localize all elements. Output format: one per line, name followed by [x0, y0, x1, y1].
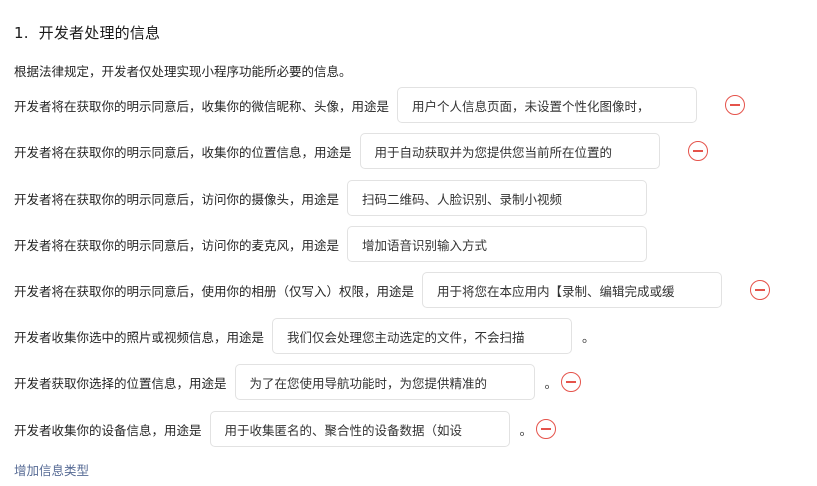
- info-row-microphone: 开发者将在获取你的明示同意后，访问你的麦克风，用途是 增加语音识别输入方式: [14, 226, 648, 262]
- info-row-camera: 开发者将在获取你的明示同意后，访问你的摄像头，用途是 扫码二维码、人脸识别、录制…: [14, 180, 648, 216]
- purpose-input[interactable]: 用户个人信息页面，未设置个性化图像时，: [397, 87, 698, 123]
- purpose-input[interactable]: 用于收集匿名的、聚合性的设备数据（如设: [209, 411, 510, 447]
- intro-text: 根据法律规定，开发者仅处理实现小程序功能所必要的信息。: [14, 64, 352, 79]
- section-title: 1. 开发者处理的信息: [14, 22, 160, 43]
- purpose-input[interactable]: 增加语音识别输入方式: [347, 226, 648, 262]
- info-row-selected-media: 开发者收集你选中的照片或视频信息，用途是 我们仅会处理您主动选定的文件，不会扫描…: [14, 318, 596, 354]
- purpose-input[interactable]: 我们仅会处理您主动选定的文件，不会扫描: [272, 318, 573, 354]
- row-label: 开发者将在获取你的明示同意后，访问你的麦克风，用途是: [14, 237, 340, 253]
- info-row-device-info: 开发者收集你的设备信息，用途是 用于收集匿名的、聚合性的设备数据（如设 。: [14, 411, 556, 447]
- row-suffix: 。: [544, 376, 558, 392]
- row-label: 开发者获取你选择的位置信息，用途是: [14, 375, 227, 391]
- row-label: 开发者收集你的设备信息，用途是: [14, 422, 202, 438]
- row-suffix: 。: [582, 330, 596, 346]
- info-row-album-write: 开发者将在获取你的明示同意后，使用你的相册（仅写入）权限，用途是 用于将您在本应…: [14, 272, 771, 308]
- section-number: 1.: [14, 24, 29, 42]
- minus-circle-icon[interactable]: [725, 95, 746, 115]
- minus-circle-icon[interactable]: [560, 372, 581, 392]
- row-label: 开发者将在获取你的明示同意后，收集你的位置信息，用途是: [14, 144, 352, 160]
- minus-circle-icon[interactable]: [750, 280, 771, 300]
- purpose-input[interactable]: 扫码二维码、人脸识别、录制小视频: [347, 180, 648, 216]
- purpose-input[interactable]: 为了在您使用导航功能时，为您提供精准的: [234, 364, 535, 400]
- row-label: 开发者将在获取你的明示同意后，访问你的摄像头，用途是: [14, 191, 340, 207]
- row-label: 开发者将在获取你的明示同意后，使用你的相册（仅写入）权限，用途是: [14, 283, 415, 299]
- minus-circle-icon[interactable]: [687, 141, 708, 161]
- section-title-text: 开发者处理的信息: [38, 24, 161, 42]
- add-info-type-link[interactable]: 增加信息类型: [14, 460, 89, 479]
- info-row-location: 开发者将在获取你的明示同意后，收集你的位置信息，用途是 用于自动获取并为您提供您…: [14, 133, 708, 169]
- row-suffix: 。: [519, 423, 533, 439]
- purpose-input[interactable]: 用于将您在本应用内【录制、编辑完成或缓: [422, 272, 723, 308]
- info-row-selected-location: 开发者获取你选择的位置信息，用途是 为了在您使用导航功能时，为您提供精准的 。: [14, 364, 581, 400]
- info-row-nickname-avatar: 开发者将在获取你的明示同意后，收集你的微信昵称、头像，用途是 用户个人信息页面，…: [14, 87, 746, 123]
- row-label: 开发者收集你选中的照片或视频信息，用途是: [14, 329, 265, 345]
- row-label: 开发者将在获取你的明示同意后，收集你的微信昵称、头像，用途是: [14, 98, 390, 114]
- minus-circle-icon[interactable]: [535, 419, 556, 439]
- purpose-input[interactable]: 用于自动获取并为您提供您当前所在位置的: [359, 133, 660, 169]
